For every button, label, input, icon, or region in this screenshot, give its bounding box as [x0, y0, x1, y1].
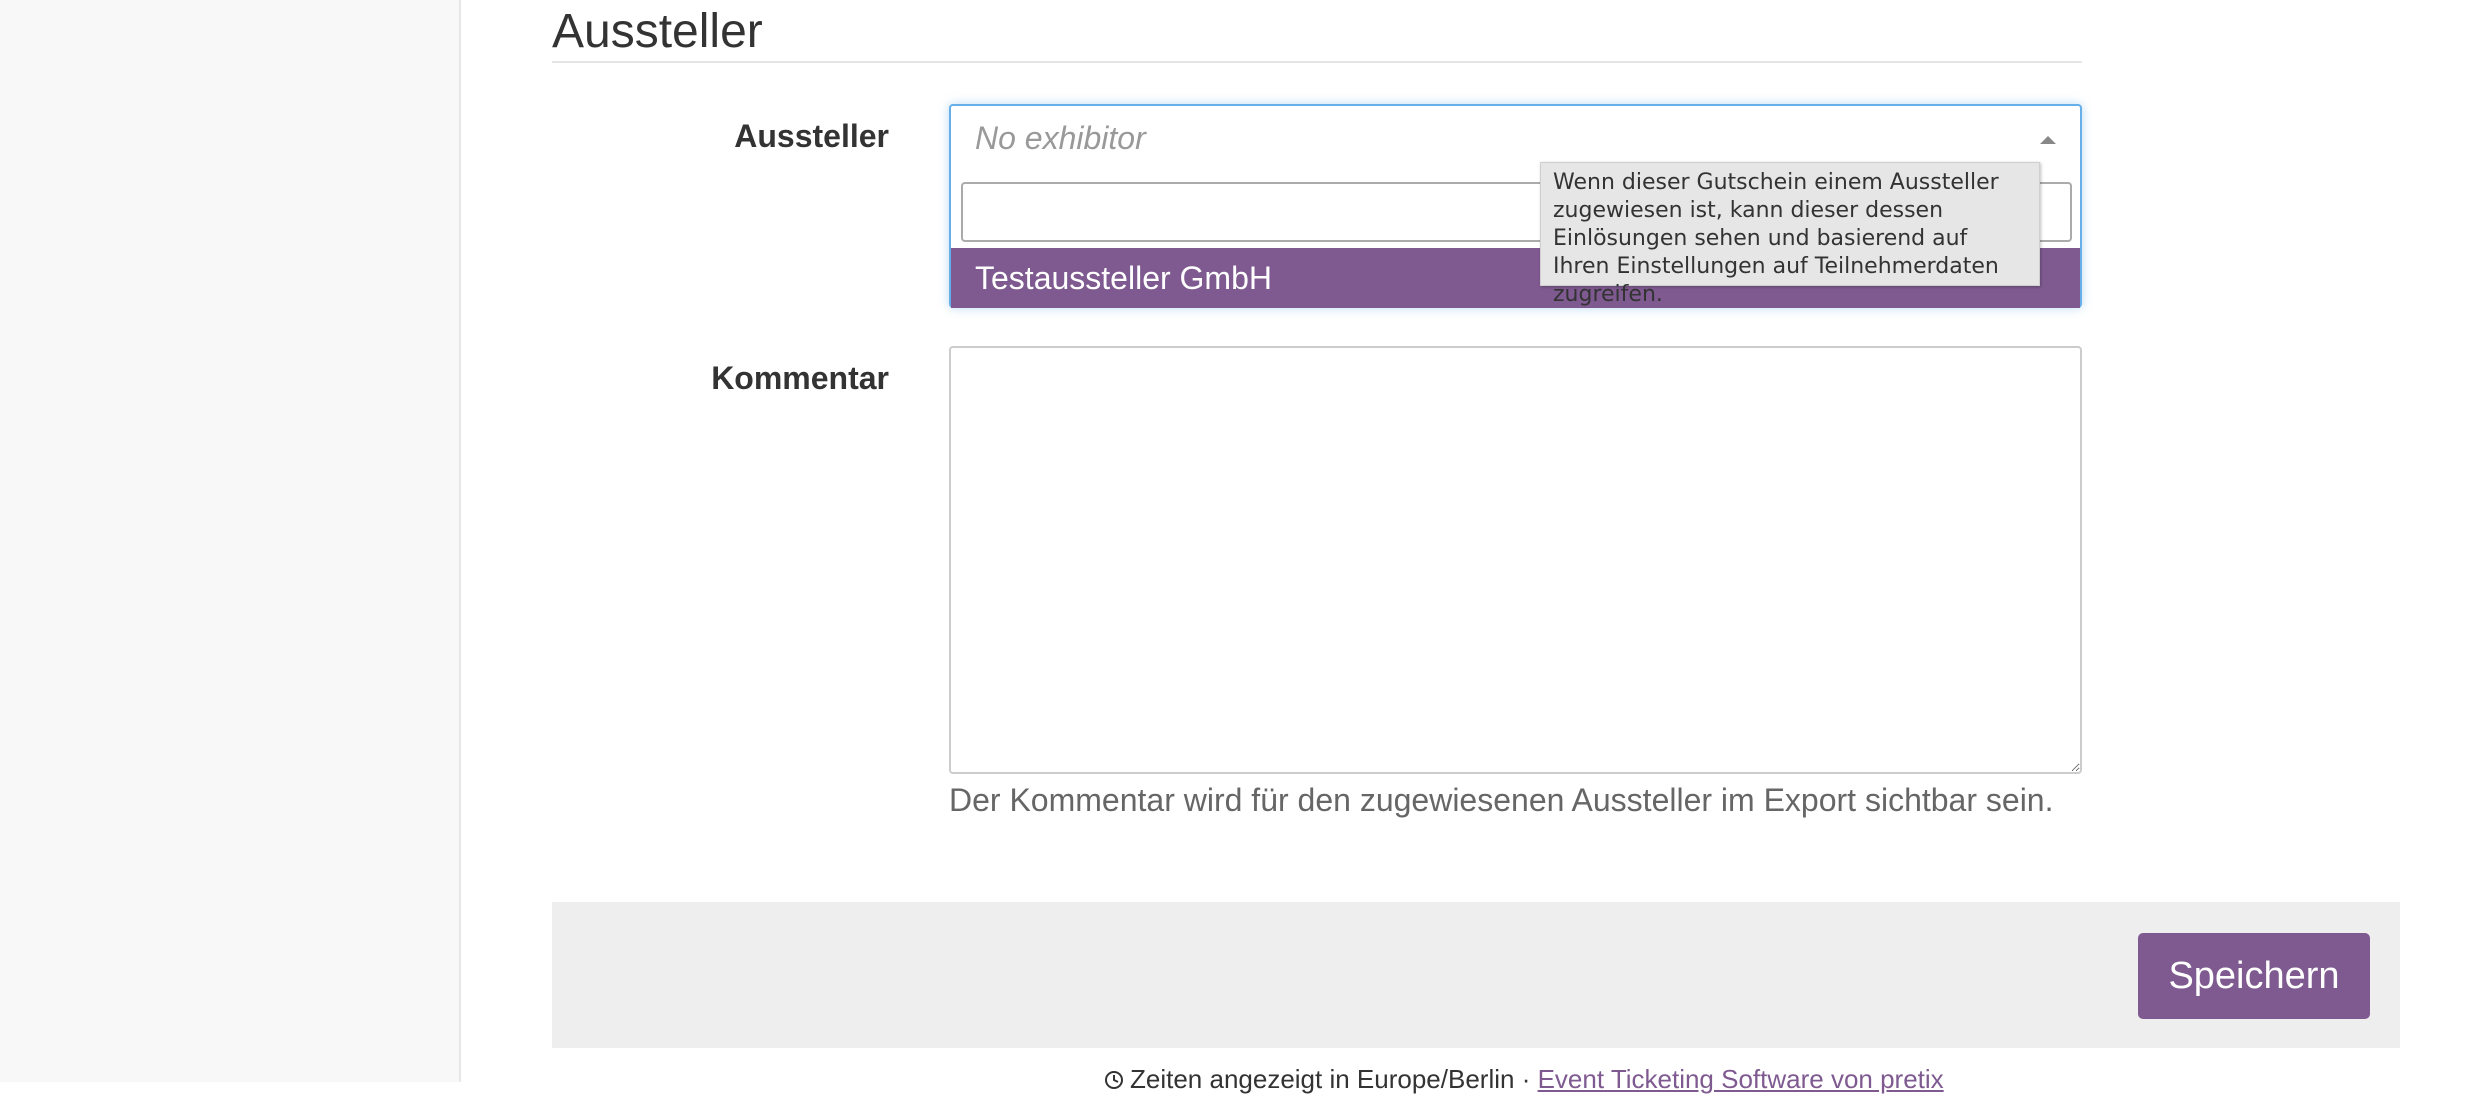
caret-up-icon[interactable] [2040, 136, 2056, 144]
exhibitor-label: Aussteller [734, 118, 889, 154]
comment-textarea[interactable] [949, 346, 2082, 774]
exhibitor-tooltip: Wenn dieser Gutschein einem Aussteller z… [1540, 162, 2040, 307]
section-divider [552, 61, 2082, 63]
footer-timezone: Zeiten angezeigt in Europe/Berlin [1130, 1064, 1515, 1094]
left-sidebar [0, 0, 461, 1082]
footer-separator: · [1514, 1064, 1538, 1094]
clock-icon [1104, 1064, 1124, 1095]
footer-link[interactable]: Event Ticketing Software von pretix [1538, 1064, 1944, 1094]
form-actions-bar: Speichern [552, 902, 2400, 1048]
comment-help-text: Der Kommentar wird für den zugewiesenen … [949, 782, 2054, 818]
section-title: Aussteller [552, 5, 763, 58]
comment-label: Kommentar [711, 360, 889, 396]
exhibitor-select-value[interactable]: No exhibitor [975, 120, 1146, 157]
footer: Zeiten angezeigt in Europe/Berlin · Even… [1104, 1064, 1944, 1095]
save-button[interactable]: Speichern [2138, 933, 2370, 1019]
